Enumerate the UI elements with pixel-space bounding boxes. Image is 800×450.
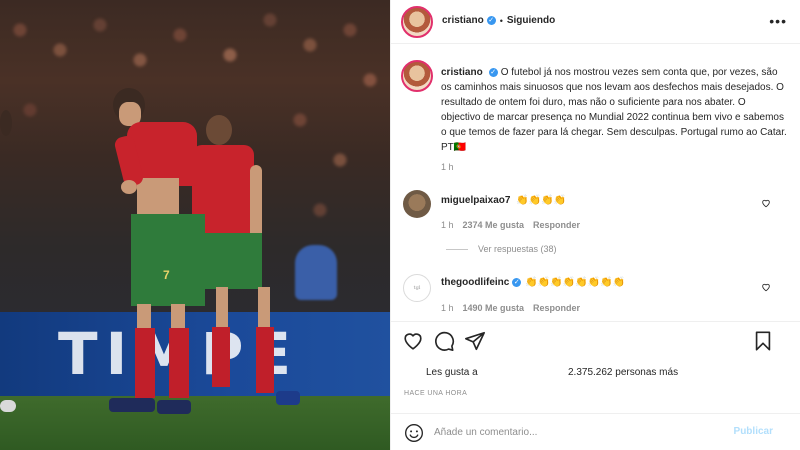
caption-author-username[interactable]: cristiano bbox=[441, 67, 483, 78]
view-replies-label: Ver respuestas (38) bbox=[478, 244, 557, 254]
replies-divider bbox=[446, 248, 468, 250]
comment-likes[interactable]: 2374 Me gusta bbox=[463, 220, 525, 230]
caption-timestamp[interactable]: 1 h bbox=[441, 162, 454, 172]
comment-reply-button[interactable]: Responder bbox=[533, 220, 580, 230]
post-caption: cristiano ✓ O futebol já nos mostrou vezes… bbox=[441, 65, 787, 155]
post-header: cristiano ✓ • Siguiendo ••• bbox=[391, 0, 800, 44]
comment-input[interactable] bbox=[434, 422, 724, 442]
comment-icon[interactable] bbox=[433, 330, 455, 352]
verified-badge-icon: ✓ bbox=[512, 278, 522, 287]
comment-text: 👏👏👏👏 bbox=[516, 195, 567, 206]
post-sidebar: cristiano ✓ • Siguiendo ••• cristiano ✓ O … bbox=[390, 0, 800, 450]
author-username[interactable]: cristiano bbox=[442, 15, 484, 26]
following-button[interactable]: Siguiendo bbox=[507, 15, 555, 26]
comment-likes[interactable]: 1490 Me gusta bbox=[463, 303, 525, 313]
view-replies-button[interactable]: Ver respuestas (38) bbox=[446, 244, 557, 254]
comment-like-heart-icon[interactable] bbox=[761, 282, 771, 294]
comment-item: thegoodlifeinc ✓ 👏👏👏👏👏👏👏👏 bbox=[441, 277, 625, 288]
comment-meta: 1 h 2374 Me gusta Responder bbox=[441, 220, 580, 230]
author-avatar[interactable] bbox=[401, 6, 433, 38]
comments-section: cristiano ✓ O futebol já nos mostrou vezes… bbox=[391, 44, 800, 322]
comment-username[interactable]: miguelpaixao7 bbox=[441, 195, 510, 206]
caption-text: O futebol já nos mostrou vezes sem conta… bbox=[441, 67, 787, 153]
post-photo[interactable]: TIMPE 7 bbox=[0, 0, 390, 450]
verified-badge-icon: ✓ bbox=[488, 67, 498, 77]
likes-prefix: Les gusta a bbox=[426, 367, 478, 378]
add-comment-bar: Publicar bbox=[391, 413, 800, 450]
heart-icon[interactable] bbox=[402, 330, 424, 352]
player-left-edge bbox=[0, 110, 16, 420]
emoji-icon[interactable] bbox=[404, 423, 424, 443]
comment-meta: 1 h 1490 Me gusta Responder bbox=[441, 303, 580, 313]
verified-badge-icon: ✓ bbox=[486, 16, 496, 25]
more-options-icon[interactable]: ••• bbox=[769, 13, 787, 29]
commenter-avatar[interactable]: tgl bbox=[403, 274, 431, 302]
spectator bbox=[295, 245, 337, 300]
player-cristiano: 7 bbox=[105, 88, 215, 418]
shirt-number: 7 bbox=[163, 268, 170, 282]
header-separator: • bbox=[499, 15, 503, 26]
share-icon[interactable] bbox=[464, 330, 486, 352]
post-timestamp[interactable]: HACE UNA HORA bbox=[404, 390, 467, 397]
comment-time[interactable]: 1 h bbox=[441, 220, 454, 230]
publish-button[interactable]: Publicar bbox=[734, 426, 773, 437]
likes-summary[interactable]: Les gusta a 2.375.262 personas más bbox=[426, 367, 678, 378]
comment-username[interactable]: thegoodlifeinc bbox=[441, 277, 509, 288]
comment-time[interactable]: 1 h bbox=[441, 303, 454, 313]
commenter-avatar[interactable] bbox=[403, 190, 431, 218]
comment-text: 👏👏👏👏👏👏👏👏 bbox=[525, 277, 625, 288]
bookmark-icon[interactable] bbox=[752, 330, 774, 352]
post-actions bbox=[391, 322, 800, 362]
comment-reply-button[interactable]: Responder bbox=[533, 303, 580, 313]
likes-count[interactable]: 2.375.262 personas más bbox=[568, 367, 678, 378]
caption-author-avatar[interactable] bbox=[401, 60, 433, 92]
comment-like-heart-icon[interactable] bbox=[761, 198, 771, 210]
comment-item: miguelpaixao7 👏👏👏👏 bbox=[441, 195, 566, 206]
